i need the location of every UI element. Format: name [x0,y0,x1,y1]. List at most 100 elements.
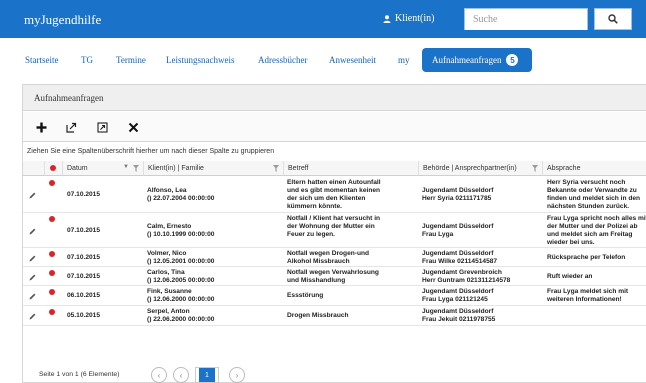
table-row[interactable]: 07.10.2015 Volmer, Nico() 12.05.2001 00:0… [23,248,646,267]
betreff-line: Notfall wegen Verwahrlosung [287,269,379,276]
user-menu[interactable]: Klient(in) [383,13,434,24]
nav-my[interactable]: my [398,55,410,65]
open-icon [96,121,108,133]
betreff-line: Drogen Missbrauch [287,312,349,319]
absprache-line: nächsten Stunden zurück. [547,203,630,210]
klient-name-cell: Fink, Susanne [147,288,192,295]
contact-cell: Frau Wilke 02114514587 [422,258,498,265]
klient-name-cell: Serpel, Anton [147,308,190,315]
betreff-line: Notfall wegen Drogen-und [287,250,370,257]
priority-flag-icon [49,216,55,222]
pager-summary: Seite 1 von 1 (6 Elemente) [39,371,120,378]
search-icon [608,14,618,24]
col-edit-header [23,161,45,176]
date-cell: 07.10.2015 [67,273,101,280]
edit-pencil-icon[interactable] [29,313,36,320]
nav-termine[interactable]: Termine [116,55,146,65]
priority-flag-icon [49,180,55,186]
col-klient-header[interactable]: Klient(in) | Familie [144,161,284,176]
betreff-line: Feuer zu legen. [287,231,335,238]
pager: Seite 1 von 1 (6 Elemente) ‹ ‹ 1 › [23,367,646,383]
table-row[interactable]: 07.10.2015 Alfonso, Lea() 22.07.2004 00:0… [23,177,646,213]
flag-header-icon [50,165,56,171]
absprache-line: Bekannte oder Verwandte zu [547,187,637,194]
col-betreff-header[interactable]: Betreff [284,161,419,176]
search-box [464,8,588,30]
col-klient-label: Klient(in) | Familie [148,164,204,172]
col-flag-header[interactable] [45,161,63,176]
pager-next-button[interactable]: › [229,367,245,383]
export-button[interactable] [62,118,80,136]
klient-birthdate-cell: () 22.07.2004 00:00:00 [147,195,215,202]
edit-pencil-icon[interactable] [29,255,36,262]
delete-button[interactable] [124,118,142,136]
klient-name-cell: Calm, Ernesto [147,223,192,230]
table-row[interactable]: 05.10.2015 Serpel, Anton() 22.06.2000 00:… [23,306,646,326]
top-bar: myJugendhilfe Klient(in) [0,0,646,38]
search-button[interactable] [594,8,632,30]
edit-pencil-icon[interactable] [29,228,36,235]
nav-anwesenheit[interactable]: Anwesenheit [329,55,376,65]
requests-panel: Aufnahmeanfragen Ziehen Sie eine Spalten… [22,84,646,383]
add-button[interactable] [32,118,50,136]
col-absprache-header[interactable]: Absprache [543,161,646,176]
contact-cell: Frau Lyga [422,231,454,238]
betreff-line: und es gibt momentan keinen [287,187,381,194]
behoerde-cell: Jugendamt Düsseldorf [422,308,494,315]
user-icon [383,14,391,23]
contact-cell: Frau Lyga 021121245 [422,296,488,303]
edit-pencil-icon[interactable] [29,192,36,199]
priority-flag-icon [49,270,55,276]
date-cell: 05.10.2015 [67,312,101,319]
klient-birthdate-cell: () 12.05.2001 00:00:00 [147,258,215,265]
absprache-line: weiteren Informationen! [547,296,622,303]
betreff-line: kümmern könnte. [287,203,342,210]
betreff-line: und Misshandlung [287,277,346,284]
search-input[interactable] [465,9,587,30]
app-brand[interactable]: myJugendhilfe [24,12,101,28]
edit-pencil-icon[interactable] [29,274,36,281]
betreff-line: Alkohol Missbrauch [287,258,350,265]
filter-icon[interactable] [532,165,538,172]
klient-name-cell: Volmer, Nico [147,250,187,257]
date-cell: 07.10.2015 [67,227,101,234]
absprache-line: Herr Syria versucht noch [547,179,626,186]
open-button[interactable] [93,118,111,136]
nav-leistungsnachweis[interactable]: Leistungsnachweis [166,55,234,65]
pager-current-page[interactable]: 1 [199,368,215,382]
absprache-line: der Mutter und der Polizei ab [547,223,638,230]
filter-icon[interactable] [273,165,279,172]
klient-birthdate-cell: () 12.06.2005 00:00:00 [147,277,215,284]
nav-tg[interactable]: TG [81,55,93,65]
pager-first-button[interactable]: ‹ [151,367,167,383]
delete-icon [128,122,138,132]
table-row[interactable]: 06.10.2015 Fink, Susanne() 12.06.2000 00:… [23,286,646,306]
nav-active-label: Aufnahmeanfragen [432,55,502,65]
contact-cell: Frau Jekuit 0211978755 [422,316,496,323]
priority-flag-icon [49,251,55,257]
betreff-line: Essstörung [287,292,324,299]
klient-name-cell: Alfonso, Lea [147,187,187,194]
main-nav: Startseite TG Termine Leistungsnachweis … [0,48,646,76]
table-row[interactable]: 07.10.2015 Calm, Ernesto() 10.10.1999 00:… [23,213,646,248]
nav-startseite[interactable]: Startseite [25,55,59,65]
panel-header: Aufnahmeanfragen [23,85,646,111]
nav-adressbuecher[interactable]: Adressbücher [258,55,307,65]
edit-pencil-icon[interactable] [29,293,36,300]
behoerde-cell: Jugendamt Düsseldorf [422,187,494,194]
klient-name-cell: Carlos, Tina [147,269,185,276]
col-absprache-label: Absprache [547,164,581,172]
chevron-left-icon: ‹ [157,370,161,380]
sort-desc-icon[interactable]: ▼ [123,164,129,170]
nav-aufnahmeanfragen[interactable]: Aufnahmeanfragen 5 [422,48,532,72]
col-behoerde-header[interactable]: Behörde | Ansprechpartner(in) [419,161,543,176]
col-datum-header[interactable]: Datum ▼ [63,161,144,176]
pager-prev-button[interactable]: ‹ [173,367,189,383]
klient-birthdate-cell: () 12.06.2000 00:00:00 [147,296,215,303]
chevron-right-icon: › [235,370,239,380]
absprache-line: finden und meldet sich in den [547,195,641,202]
date-cell: 06.10.2015 [67,292,101,299]
filter-icon[interactable] [133,165,139,172]
table-row[interactable]: 07.10.2015 Carlos, Tina() 12.06.2005 00:0… [23,267,646,286]
panel-title: Aufnahmeanfragen [34,93,104,103]
